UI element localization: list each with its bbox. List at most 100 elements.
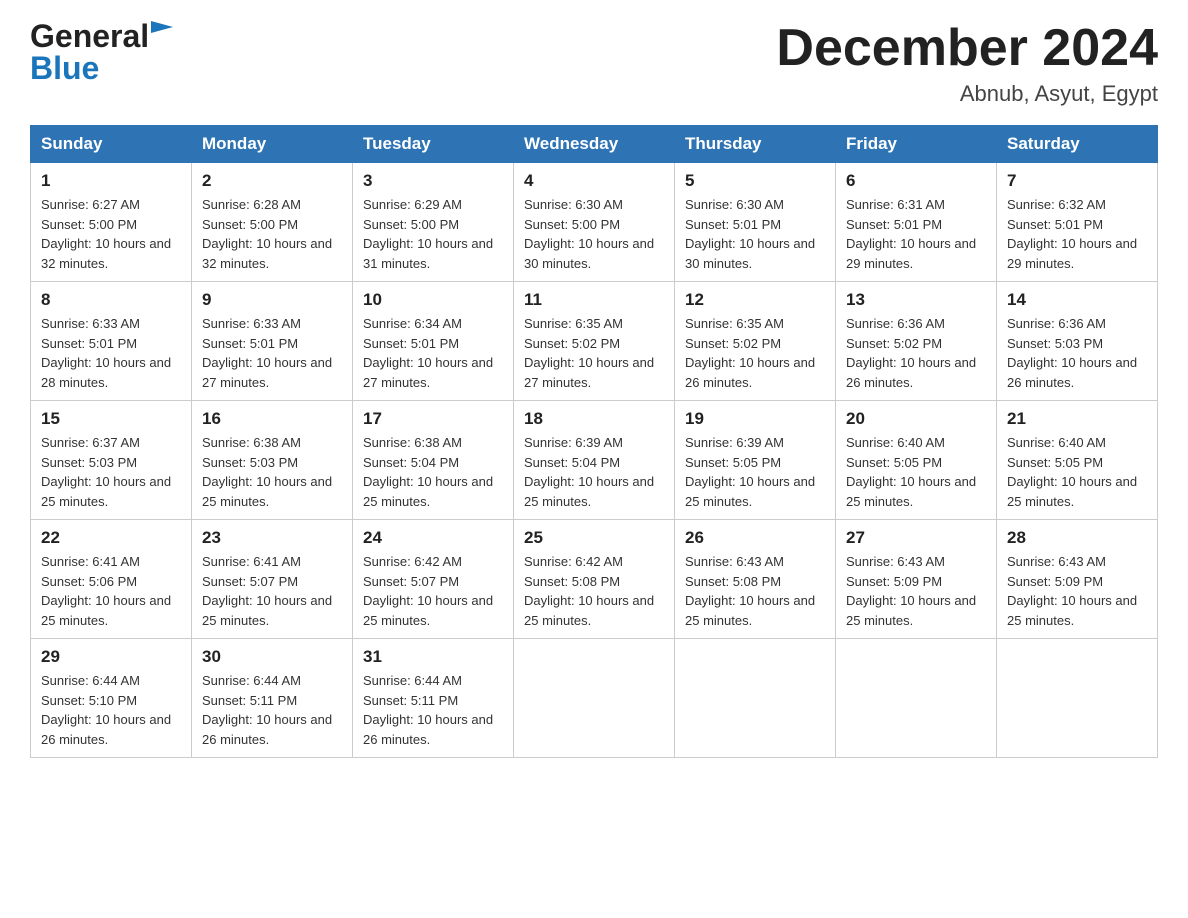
- day-number: 13: [846, 290, 986, 310]
- day-info: Sunrise: 6:27 AMSunset: 5:00 PMDaylight:…: [41, 197, 171, 271]
- day-info: Sunrise: 6:37 AMSunset: 5:03 PMDaylight:…: [41, 435, 171, 509]
- day-number: 9: [202, 290, 342, 310]
- day-cell: 31 Sunrise: 6:44 AMSunset: 5:11 PMDaylig…: [353, 639, 514, 758]
- day-cell: 29 Sunrise: 6:44 AMSunset: 5:10 PMDaylig…: [31, 639, 192, 758]
- day-info: Sunrise: 6:42 AMSunset: 5:07 PMDaylight:…: [363, 554, 493, 628]
- day-cell: 10 Sunrise: 6:34 AMSunset: 5:01 PMDaylig…: [353, 282, 514, 401]
- week-row-3: 15 Sunrise: 6:37 AMSunset: 5:03 PMDaylig…: [31, 401, 1158, 520]
- day-cell: 5 Sunrise: 6:30 AMSunset: 5:01 PMDayligh…: [675, 163, 836, 282]
- day-info: Sunrise: 6:36 AMSunset: 5:03 PMDaylight:…: [1007, 316, 1137, 390]
- header-tuesday: Tuesday: [353, 126, 514, 163]
- day-cell: 1 Sunrise: 6:27 AMSunset: 5:00 PMDayligh…: [31, 163, 192, 282]
- header-friday: Friday: [836, 126, 997, 163]
- day-cell: 6 Sunrise: 6:31 AMSunset: 5:01 PMDayligh…: [836, 163, 997, 282]
- day-number: 31: [363, 647, 503, 667]
- day-cell: 7 Sunrise: 6:32 AMSunset: 5:01 PMDayligh…: [997, 163, 1158, 282]
- day-number: 17: [363, 409, 503, 429]
- day-number: 3: [363, 171, 503, 191]
- day-cell: 30 Sunrise: 6:44 AMSunset: 5:11 PMDaylig…: [192, 639, 353, 758]
- logo-flag-icon: [151, 21, 173, 49]
- day-cell: 22 Sunrise: 6:41 AMSunset: 5:06 PMDaylig…: [31, 520, 192, 639]
- month-title: December 2024: [776, 20, 1158, 77]
- day-info: Sunrise: 6:43 AMSunset: 5:09 PMDaylight:…: [846, 554, 976, 628]
- day-info: Sunrise: 6:38 AMSunset: 5:04 PMDaylight:…: [363, 435, 493, 509]
- day-info: Sunrise: 6:43 AMSunset: 5:09 PMDaylight:…: [1007, 554, 1137, 628]
- day-number: 15: [41, 409, 181, 429]
- day-cell: 12 Sunrise: 6:35 AMSunset: 5:02 PMDaylig…: [675, 282, 836, 401]
- day-number: 10: [363, 290, 503, 310]
- day-cell: 17 Sunrise: 6:38 AMSunset: 5:04 PMDaylig…: [353, 401, 514, 520]
- location: Abnub, Asyut, Egypt: [776, 81, 1158, 107]
- day-info: Sunrise: 6:30 AMSunset: 5:00 PMDaylight:…: [524, 197, 654, 271]
- day-info: Sunrise: 6:41 AMSunset: 5:07 PMDaylight:…: [202, 554, 332, 628]
- day-cell: 20 Sunrise: 6:40 AMSunset: 5:05 PMDaylig…: [836, 401, 997, 520]
- day-number: 26: [685, 528, 825, 548]
- day-number: 25: [524, 528, 664, 548]
- day-cell: [836, 639, 997, 758]
- day-info: Sunrise: 6:39 AMSunset: 5:05 PMDaylight:…: [685, 435, 815, 509]
- day-info: Sunrise: 6:30 AMSunset: 5:01 PMDaylight:…: [685, 197, 815, 271]
- day-number: 23: [202, 528, 342, 548]
- day-cell: 11 Sunrise: 6:35 AMSunset: 5:02 PMDaylig…: [514, 282, 675, 401]
- day-number: 16: [202, 409, 342, 429]
- day-info: Sunrise: 6:44 AMSunset: 5:11 PMDaylight:…: [202, 673, 332, 747]
- week-row-1: 1 Sunrise: 6:27 AMSunset: 5:00 PMDayligh…: [31, 163, 1158, 282]
- day-number: 28: [1007, 528, 1147, 548]
- day-info: Sunrise: 6:44 AMSunset: 5:11 PMDaylight:…: [363, 673, 493, 747]
- day-number: 27: [846, 528, 986, 548]
- logo: General Blue: [30, 20, 173, 87]
- day-cell: 4 Sunrise: 6:30 AMSunset: 5:00 PMDayligh…: [514, 163, 675, 282]
- day-info: Sunrise: 6:42 AMSunset: 5:08 PMDaylight:…: [524, 554, 654, 628]
- day-number: 4: [524, 171, 664, 191]
- day-number: 24: [363, 528, 503, 548]
- day-cell: 24 Sunrise: 6:42 AMSunset: 5:07 PMDaylig…: [353, 520, 514, 639]
- day-cell: 8 Sunrise: 6:33 AMSunset: 5:01 PMDayligh…: [31, 282, 192, 401]
- day-number: 12: [685, 290, 825, 310]
- calendar-table: SundayMondayTuesdayWednesdayThursdayFrid…: [30, 125, 1158, 758]
- day-cell: 25 Sunrise: 6:42 AMSunset: 5:08 PMDaylig…: [514, 520, 675, 639]
- day-cell: 28 Sunrise: 6:43 AMSunset: 5:09 PMDaylig…: [997, 520, 1158, 639]
- day-number: 21: [1007, 409, 1147, 429]
- day-cell: [514, 639, 675, 758]
- day-number: 6: [846, 171, 986, 191]
- day-info: Sunrise: 6:40 AMSunset: 5:05 PMDaylight:…: [846, 435, 976, 509]
- day-info: Sunrise: 6:41 AMSunset: 5:06 PMDaylight:…: [41, 554, 171, 628]
- day-number: 30: [202, 647, 342, 667]
- day-cell: 13 Sunrise: 6:36 AMSunset: 5:02 PMDaylig…: [836, 282, 997, 401]
- day-number: 5: [685, 171, 825, 191]
- day-cell: 15 Sunrise: 6:37 AMSunset: 5:03 PMDaylig…: [31, 401, 192, 520]
- day-number: 19: [685, 409, 825, 429]
- calendar-header-row: SundayMondayTuesdayWednesdayThursdayFrid…: [31, 126, 1158, 163]
- day-info: Sunrise: 6:29 AMSunset: 5:00 PMDaylight:…: [363, 197, 493, 271]
- day-cell: 16 Sunrise: 6:38 AMSunset: 5:03 PMDaylig…: [192, 401, 353, 520]
- day-cell: 18 Sunrise: 6:39 AMSunset: 5:04 PMDaylig…: [514, 401, 675, 520]
- day-number: 8: [41, 290, 181, 310]
- day-info: Sunrise: 6:34 AMSunset: 5:01 PMDaylight:…: [363, 316, 493, 390]
- day-info: Sunrise: 6:43 AMSunset: 5:08 PMDaylight:…: [685, 554, 815, 628]
- day-number: 22: [41, 528, 181, 548]
- header-sunday: Sunday: [31, 126, 192, 163]
- day-number: 2: [202, 171, 342, 191]
- day-info: Sunrise: 6:40 AMSunset: 5:05 PMDaylight:…: [1007, 435, 1137, 509]
- day-number: 18: [524, 409, 664, 429]
- page-header: General Blue December 2024 Abnub, Asyut,…: [30, 20, 1158, 107]
- logo-blue: Blue: [30, 50, 99, 87]
- logo-general: General: [30, 20, 149, 52]
- day-info: Sunrise: 6:36 AMSunset: 5:02 PMDaylight:…: [846, 316, 976, 390]
- day-info: Sunrise: 6:33 AMSunset: 5:01 PMDaylight:…: [41, 316, 171, 390]
- day-cell: 23 Sunrise: 6:41 AMSunset: 5:07 PMDaylig…: [192, 520, 353, 639]
- day-number: 1: [41, 171, 181, 191]
- day-number: 29: [41, 647, 181, 667]
- day-info: Sunrise: 6:35 AMSunset: 5:02 PMDaylight:…: [685, 316, 815, 390]
- header-thursday: Thursday: [675, 126, 836, 163]
- day-number: 20: [846, 409, 986, 429]
- header-right: December 2024 Abnub, Asyut, Egypt: [776, 20, 1158, 107]
- header-monday: Monday: [192, 126, 353, 163]
- day-cell: 26 Sunrise: 6:43 AMSunset: 5:08 PMDaylig…: [675, 520, 836, 639]
- header-wednesday: Wednesday: [514, 126, 675, 163]
- day-info: Sunrise: 6:33 AMSunset: 5:01 PMDaylight:…: [202, 316, 332, 390]
- day-number: 14: [1007, 290, 1147, 310]
- day-cell: 27 Sunrise: 6:43 AMSunset: 5:09 PMDaylig…: [836, 520, 997, 639]
- day-cell: [997, 639, 1158, 758]
- day-cell: 14 Sunrise: 6:36 AMSunset: 5:03 PMDaylig…: [997, 282, 1158, 401]
